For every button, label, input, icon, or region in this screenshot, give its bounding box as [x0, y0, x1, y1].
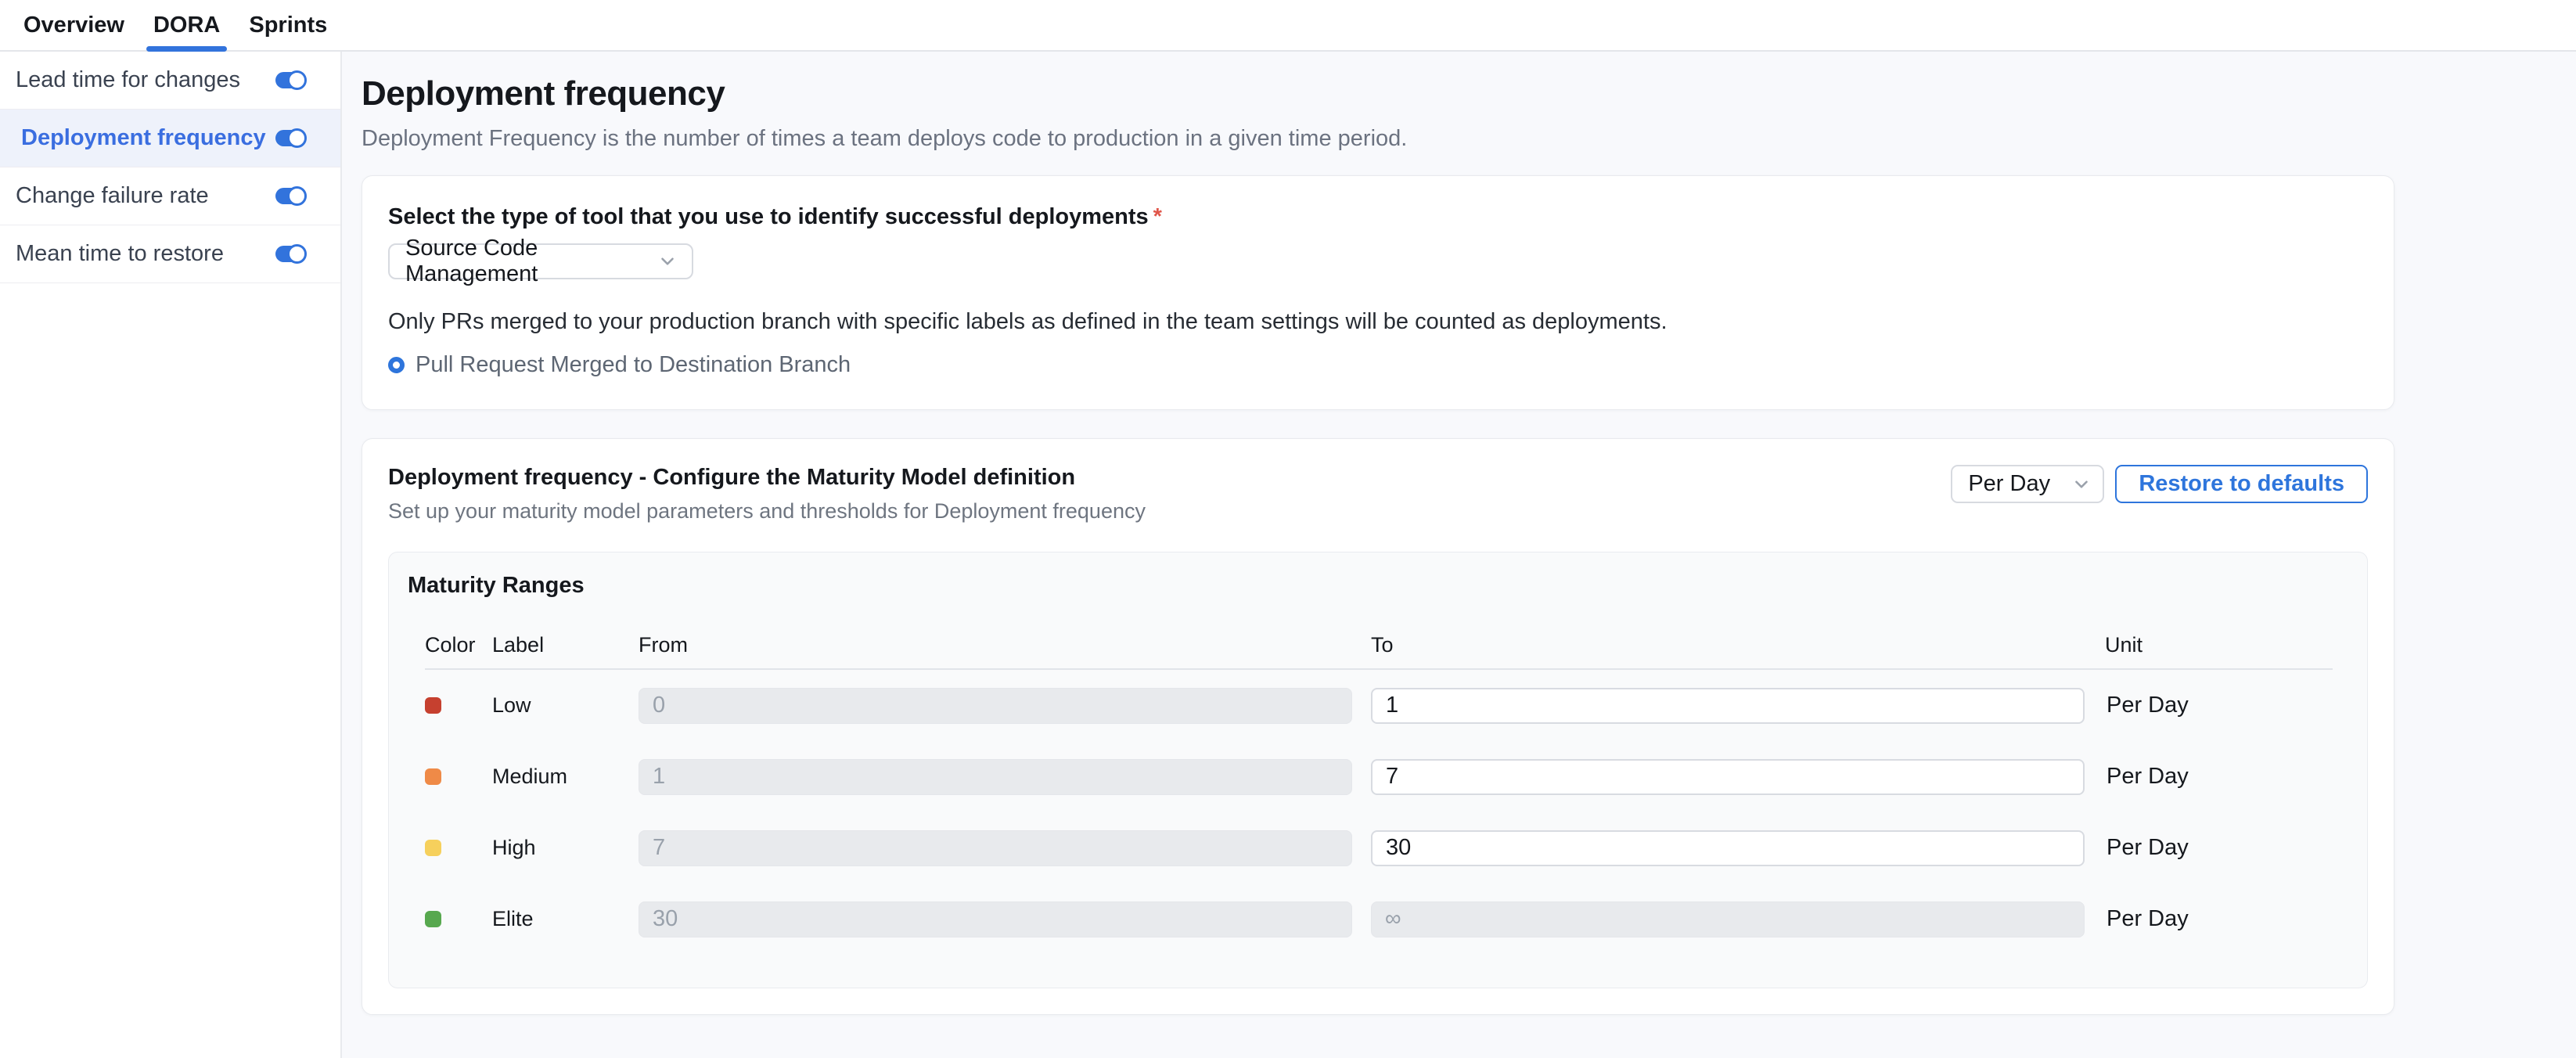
column-header-label: Label [492, 633, 639, 657]
tab-overview-label: Overview [23, 13, 124, 38]
sidebar-item-mean-time-to-restore[interactable]: Mean time to restore [0, 225, 340, 283]
medium-color-swatch [425, 768, 441, 785]
lead-time-toggle[interactable] [275, 72, 305, 88]
dora-settings-page: Overview DORA Sprints Lead time for chan… [0, 0, 2576, 1058]
medium-from-input [639, 759, 1352, 795]
metrics-sidebar: Lead time for changes Deployment frequen… [0, 52, 342, 1058]
row-unit: Per Day [2105, 693, 2333, 718]
sidebar-item-label: Lead time for changes [16, 67, 240, 93]
table-row-high: High Per Day [425, 812, 2333, 883]
elite-color-swatch [425, 911, 441, 927]
row-unit: Per Day [2105, 906, 2333, 932]
maturity-ranges-panel: Maturity Ranges Color Label From To Unit… [388, 552, 2368, 988]
tool-selection-card: Select the type of tool that you use to … [362, 175, 2394, 410]
column-header-unit: Unit [2105, 633, 2333, 657]
row-unit: Per Day [2105, 764, 2333, 790]
low-to-input[interactable] [1371, 688, 2085, 724]
low-from-input [639, 688, 1352, 724]
column-header-from: From [639, 633, 1371, 657]
sidebar-item-label: Deployment frequency [21, 125, 266, 151]
table-row-elite: Elite Per Day [425, 883, 2333, 955]
chevron-down-icon [2071, 474, 2092, 495]
medium-to-input[interactable] [1371, 759, 2085, 795]
sidebar-item-lead-time[interactable]: Lead time for changes [0, 52, 340, 110]
maturity-model-title: Deployment frequency - Configure the Mat… [388, 465, 1146, 491]
tool-type-select-value: Source Code Management [405, 236, 657, 287]
mean-time-to-restore-toggle[interactable] [275, 246, 305, 262]
maturity-model-subtitle: Set up your maturity model parameters an… [388, 499, 1146, 524]
chevron-down-icon [657, 251, 678, 272]
row-label: High [492, 836, 639, 860]
elite-to-input [1371, 901, 2085, 937]
low-color-swatch [425, 697, 441, 714]
table-row-medium: Medium Per Day [425, 741, 2333, 812]
high-color-swatch [425, 840, 441, 856]
table-row-low: Low Per Day [425, 670, 2333, 741]
active-tab-underline [146, 46, 227, 52]
maturity-ranges-table: Color Label From To Unit Low Per Day [425, 633, 2333, 955]
row-label: Elite [492, 907, 639, 931]
sidebar-item-label: Change failure rate [16, 183, 209, 209]
tab-sprints-label: Sprints [249, 13, 327, 38]
column-header-color: Color [425, 633, 492, 657]
maturity-model-controls: Per Day Restore to defaults [1951, 465, 2368, 503]
high-from-input [639, 830, 1352, 866]
tab-dora[interactable]: DORA [153, 0, 220, 50]
unit-period-select-value: Per Day [1968, 471, 2050, 497]
column-header-to: To [1371, 633, 2105, 657]
row-unit: Per Day [2105, 835, 2333, 861]
tab-overview[interactable]: Overview [23, 0, 124, 50]
toggle-knob [287, 70, 307, 90]
maturity-ranges-title: Maturity Ranges [408, 573, 2348, 599]
content-area: Lead time for changes Deployment frequen… [0, 52, 2576, 1058]
pr-merged-radio-row: Pull Request Merged to Destination Branc… [388, 352, 2368, 378]
change-failure-rate-toggle[interactable] [275, 188, 305, 204]
deployment-note: Only PRs merged to your production branc… [388, 309, 2368, 335]
maturity-model-card: Deployment frequency - Configure the Mat… [362, 438, 2394, 1015]
toggle-knob [287, 244, 307, 264]
unit-period-select[interactable]: Per Day [1951, 465, 2104, 503]
pr-merged-radio[interactable] [388, 357, 405, 373]
maturity-model-titles: Deployment frequency - Configure the Mat… [388, 465, 1146, 524]
sidebar-item-deployment-frequency[interactable]: Deployment frequency [0, 110, 340, 167]
restore-defaults-button[interactable]: Restore to defaults [2115, 465, 2368, 503]
main-panel: Deployment frequency Deployment Frequenc… [342, 52, 2576, 1058]
elite-from-input [639, 901, 1352, 937]
tool-select-label: Select the type of tool that you use to … [388, 204, 2368, 230]
tab-dora-label: DORA [153, 13, 220, 38]
high-to-input[interactable] [1371, 830, 2085, 866]
row-label: Low [492, 693, 639, 718]
table-header-row: Color Label From To Unit [425, 633, 2333, 670]
pr-merged-radio-label: Pull Request Merged to Destination Branc… [416, 352, 851, 378]
tool-type-select[interactable]: Source Code Management [388, 243, 693, 279]
top-tab-bar: Overview DORA Sprints [0, 0, 2576, 52]
toggle-knob [287, 186, 307, 206]
sidebar-item-change-failure-rate[interactable]: Change failure rate [0, 167, 340, 225]
deployment-frequency-toggle[interactable] [275, 130, 305, 146]
page-description: Deployment Frequency is the number of ti… [362, 126, 2394, 152]
maturity-model-header: Deployment frequency - Configure the Mat… [388, 465, 2368, 524]
page-title: Deployment frequency [362, 74, 2394, 113]
toggle-knob [287, 128, 307, 148]
row-label: Medium [492, 765, 639, 789]
sidebar-item-label: Mean time to restore [16, 241, 224, 267]
required-asterisk: * [1153, 204, 1162, 229]
tab-sprints[interactable]: Sprints [249, 0, 327, 50]
